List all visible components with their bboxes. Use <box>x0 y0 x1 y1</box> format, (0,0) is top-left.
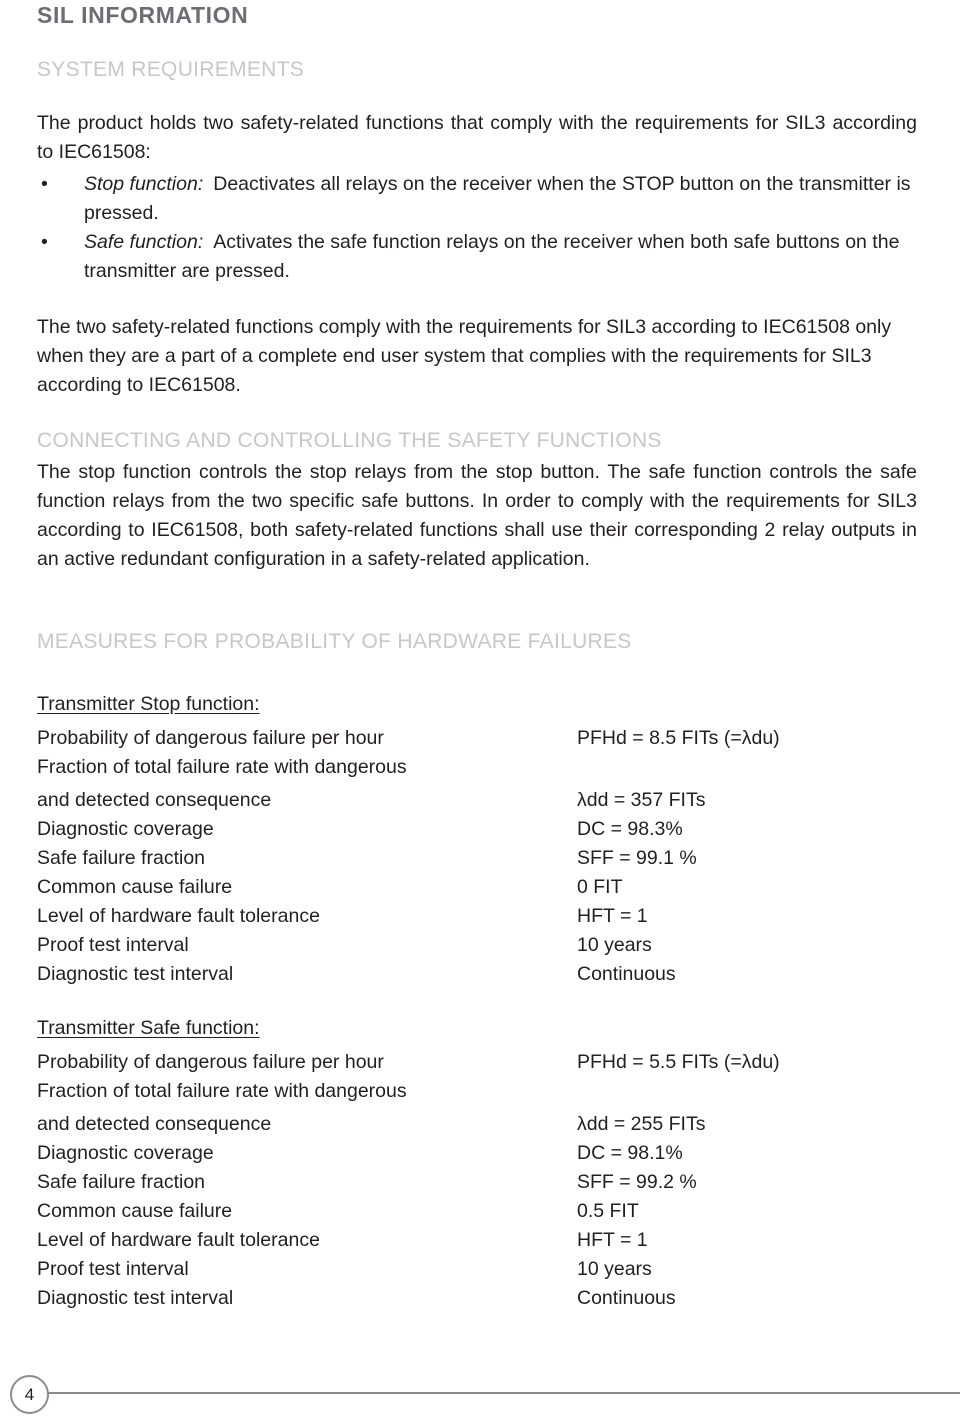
row-value: SFF = 99.1 % <box>577 847 697 869</box>
table-row: Proof test interval 10 years <box>37 931 917 960</box>
row-label: Diagnostic test interval <box>37 1287 234 1309</box>
row-value: SFF = 99.2 % <box>577 1171 697 1193</box>
row-value: PFHd = 5.5 FITs (=λdu) <box>577 1051 780 1073</box>
row-value: 0.5 FIT <box>577 1200 639 1222</box>
connecting-paragraph: The stop function controls the stop rela… <box>37 461 917 570</box>
list-item: • Stop function: Deactivates all relays o… <box>37 170 917 228</box>
row-label: and detected consequence <box>37 789 272 811</box>
table-row: Proof test interval 10 years <box>37 1255 917 1284</box>
row-label: Proof test interval <box>37 934 189 956</box>
bullet-dot-icon: • <box>41 173 48 195</box>
row-label: Safe failure fraction <box>37 1171 206 1193</box>
measure-rows: Probability of dangerous failure per hou… <box>37 1048 917 1313</box>
row-value: HFT = 1 <box>577 1229 648 1251</box>
row-value: Continuous <box>577 963 676 985</box>
document-page: SIL INFORMATION SYSTEM REQUIREMENTS The … <box>0 0 960 1426</box>
table-row: Safe failure fraction SFF = 99.2 % <box>37 1168 917 1197</box>
table-row: Safe failure fraction SFF = 99.1 % <box>37 844 917 873</box>
closing-paragraph: The two safety-related functions comply … <box>37 316 892 396</box>
table-row: and detected consequence λdd = 357 FITs <box>37 786 917 815</box>
bullet-text: Deactivates all relays on the receiver w… <box>84 173 911 224</box>
row-label: Probability of dangerous failure per hou… <box>37 727 384 749</box>
footer-divider <box>46 1392 960 1394</box>
section-heading-system-requirements: SYSTEM REQUIREMENTS <box>37 58 305 81</box>
row-value: DC = 98.1% <box>577 1142 683 1164</box>
section-heading-measures: MEASURES FOR PROBABILITY OF HARDWARE FAI… <box>37 630 632 653</box>
bullet-text: Activates the safe function relays on th… <box>84 231 900 282</box>
row-label: Level of hardware fault tolerance <box>37 905 320 927</box>
measure-rows: Probability of dangerous failure per hou… <box>37 724 917 989</box>
row-label: Diagnostic coverage <box>37 1142 214 1164</box>
bullet-term: Safe function: <box>84 231 204 253</box>
row-label: Fraction of total failure rate with dang… <box>37 756 407 778</box>
table-row: Probability of dangerous failure per hou… <box>37 1048 917 1077</box>
row-value: λdd = 255 FITs <box>577 1113 706 1135</box>
table-row: Diagnostic test interval Continuous <box>37 1284 917 1313</box>
row-label: Common cause failure <box>37 876 233 898</box>
measure-block-safe-function: Transmitter Safe function: Probability o… <box>37 1014 917 1313</box>
table-row: Common cause failure 0 FIT <box>37 873 917 902</box>
row-label: Safe failure fraction <box>37 847 206 869</box>
function-bullet-list: • Stop function: Deactivates all relays o… <box>37 170 917 286</box>
row-label: Proof test interval <box>37 1258 189 1280</box>
row-value: λdd = 357 FITs <box>577 789 706 811</box>
measure-block-title: Transmitter Stop function: <box>37 693 260 715</box>
row-value: 0 FIT <box>577 876 623 898</box>
bullet-term: Stop function: <box>84 173 204 195</box>
page-number-badge: 4 <box>10 1375 49 1414</box>
table-row: Level of hardware fault tolerance HFT = … <box>37 902 917 931</box>
row-label: Level of hardware fault tolerance <box>37 1229 320 1251</box>
table-row: Fraction of total failure rate with dang… <box>37 1077 917 1110</box>
row-value: DC = 98.3% <box>577 818 683 840</box>
row-value: 10 years <box>577 934 652 956</box>
row-label: Fraction of total failure rate with dang… <box>37 1080 407 1102</box>
list-item: • Safe function: Activates the safe funct… <box>37 228 917 286</box>
row-label: Diagnostic coverage <box>37 818 214 840</box>
row-value: PFHd = 8.5 FITs (=λdu) <box>577 727 780 749</box>
row-value: HFT = 1 <box>577 905 648 927</box>
table-row: Diagnostic coverage DC = 98.1% <box>37 1139 917 1168</box>
table-row: Diagnostic coverage DC = 98.3% <box>37 815 917 844</box>
row-value: 10 years <box>577 1258 652 1280</box>
row-label: and detected consequence <box>37 1113 272 1135</box>
row-label: Common cause failure <box>37 1200 233 1222</box>
section-heading-connecting: CONNECTING AND CONTROLLING THE SAFETY FU… <box>37 429 662 452</box>
measure-block-title: Transmitter Safe function: <box>37 1017 260 1039</box>
row-label: Probability of dangerous failure per hou… <box>37 1051 384 1073</box>
table-row: Fraction of total failure rate with dang… <box>37 753 917 786</box>
row-label: Diagnostic test interval <box>37 963 234 985</box>
bullet-dot-icon: • <box>41 231 48 253</box>
page-footer: 4 <box>0 1374 960 1414</box>
intro-paragraph: The product holds two safety-related fun… <box>37 112 917 163</box>
measure-block-stop-function: Transmitter Stop function: Probability o… <box>37 690 917 989</box>
table-row: Level of hardware fault tolerance HFT = … <box>37 1226 917 1255</box>
page-title: SIL INFORMATION <box>37 2 249 28</box>
table-row: and detected consequence λdd = 255 FITs <box>37 1110 917 1139</box>
table-row: Common cause failure 0.5 FIT <box>37 1197 917 1226</box>
table-row: Probability of dangerous failure per hou… <box>37 724 917 753</box>
row-value: Continuous <box>577 1287 676 1309</box>
table-row: Diagnostic test interval Continuous <box>37 960 917 989</box>
